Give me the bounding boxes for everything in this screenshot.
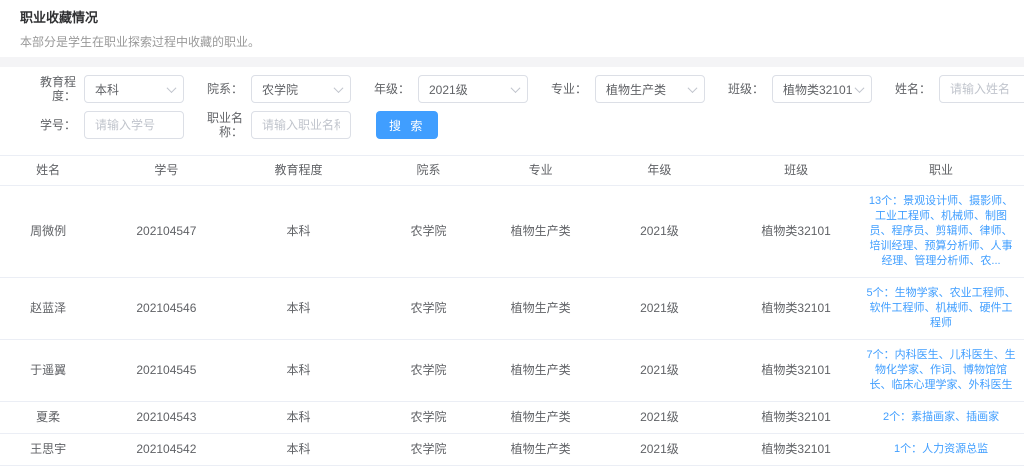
major-select-value: 植物生产类	[606, 81, 666, 98]
header-class: 班级	[734, 156, 858, 186]
cell-class: 植物类32101	[734, 340, 858, 402]
filter-form: 教育程度： 本科 院系： 农学院 年级： 2021级 专业： 植物生产类	[0, 67, 1024, 153]
cell-grade: 2021级	[585, 402, 735, 434]
major-label: 专业：	[541, 82, 587, 96]
header-grade: 年级	[585, 156, 735, 186]
chevron-down-icon	[511, 83, 521, 93]
class-select-value: 植物类32101	[783, 81, 852, 98]
cell-class: 植物类32101	[734, 402, 858, 434]
careers-link[interactable]: 5个：生物学家、农业工程师、软件工程师、机械师、硬件工程师	[858, 278, 1024, 340]
header-careers: 职业	[858, 156, 1024, 186]
job-name-input[interactable]	[251, 111, 351, 139]
cell-major: 植物生产类	[497, 402, 585, 434]
class-select[interactable]: 植物类32101	[772, 75, 872, 103]
header-education: 教育程度	[237, 156, 361, 186]
education-select-value: 本科	[95, 81, 119, 98]
cell-name: 夏柔	[0, 402, 96, 434]
cell-student-id: 202104542	[96, 434, 236, 466]
table-row: 周微例 202104547 本科 农学院 植物生产类 2021级 植物类3210…	[0, 186, 1024, 278]
department-filter: 院系： 农学院	[197, 75, 351, 103]
cell-grade: 2021级	[585, 434, 735, 466]
filter-row-1: 教育程度： 本科 院系： 农学院 年级： 2021级 专业： 植物生产类	[30, 75, 1024, 103]
student-id-filter: 学号：	[30, 111, 184, 139]
cell-class: 植物类32101	[734, 278, 858, 340]
cell-name: 赵蓝泽	[0, 278, 96, 340]
cell-education: 本科	[237, 278, 361, 340]
cell-education: 本科	[237, 340, 361, 402]
cell-education: 本科	[237, 402, 361, 434]
career-collection-table: 姓名 学号 教育程度 院系 专业 年级 班级 职业 周微例 202104547 …	[0, 155, 1024, 466]
cell-student-id: 202104546	[96, 278, 236, 340]
table-row: 夏柔 202104543 本科 农学院 植物生产类 2021级 植物类32101…	[0, 402, 1024, 434]
student-id-label: 学号：	[30, 118, 76, 132]
chevron-down-icon	[688, 83, 698, 93]
grade-label: 年级：	[364, 82, 410, 96]
cell-department: 农学院	[360, 340, 496, 402]
cell-student-id: 202104547	[96, 186, 236, 278]
header-department: 院系	[360, 156, 496, 186]
cell-education: 本科	[237, 186, 361, 278]
cell-name: 周微例	[0, 186, 96, 278]
grade-filter: 年级： 2021级	[364, 75, 528, 103]
cell-student-id: 202104543	[96, 402, 236, 434]
cell-name: 于遥翼	[0, 340, 96, 402]
class-filter: 班级： 植物类32101	[718, 75, 872, 103]
cell-student-id: 202104545	[96, 340, 236, 402]
student-id-input[interactable]	[84, 111, 184, 139]
cell-department: 农学院	[360, 402, 496, 434]
cell-major: 植物生产类	[497, 186, 585, 278]
page-header: 职业收藏情况 本部分是学生在职业探索过程中收藏的职业。	[0, 0, 1024, 50]
header-student-id: 学号	[96, 156, 236, 186]
cell-grade: 2021级	[585, 340, 735, 402]
table-row: 赵蓝泽 202104546 本科 农学院 植物生产类 2021级 植物类3210…	[0, 278, 1024, 340]
careers-link[interactable]: 7个：内科医生、儿科医生、生物化学家、作词、博物馆馆长、临床心理学家、外科医生	[858, 340, 1024, 402]
department-select-value: 农学院	[262, 81, 298, 98]
cell-class: 植物类32101	[734, 434, 858, 466]
careers-link[interactable]: 1个：人力资源总监	[858, 434, 1024, 466]
header-major: 专业	[497, 156, 585, 186]
education-select[interactable]: 本科	[84, 75, 184, 103]
cell-name: 王思宇	[0, 434, 96, 466]
search-button[interactable]: 搜 索	[376, 111, 438, 139]
page-subtitle: 本部分是学生在职业探索过程中收藏的职业。	[20, 34, 1024, 50]
cell-class: 植物类32101	[734, 186, 858, 278]
cell-department: 农学院	[360, 278, 496, 340]
education-label: 教育程度：	[30, 75, 76, 103]
class-label: 班级：	[718, 82, 764, 96]
cell-major: 植物生产类	[497, 434, 585, 466]
major-select[interactable]: 植物生产类	[595, 75, 705, 103]
careers-link[interactable]: 2个：素描画家、插画家	[858, 402, 1024, 434]
name-input[interactable]	[939, 75, 1024, 103]
table-header-row: 姓名 学号 教育程度 院系 专业 年级 班级 职业	[0, 156, 1024, 186]
table-row: 王思宇 202104542 本科 农学院 植物生产类 2021级 植物类3210…	[0, 434, 1024, 466]
major-filter: 专业： 植物生产类	[541, 75, 705, 103]
cell-education: 本科	[237, 434, 361, 466]
careers-link[interactable]: 13个：景观设计师、摄影师、工业工程师、机械师、制图员、程序员、剪辑师、律师、培…	[858, 186, 1024, 278]
table-row: 于遥翼 202104545 本科 农学院 植物生产类 2021级 植物类3210…	[0, 340, 1024, 402]
job-name-label: 职业名称：	[197, 111, 243, 139]
name-filter: 姓名：	[885, 75, 1024, 103]
department-select[interactable]: 农学院	[251, 75, 351, 103]
cell-department: 农学院	[360, 186, 496, 278]
education-filter: 教育程度： 本科	[30, 75, 184, 103]
section-divider	[0, 57, 1024, 67]
filter-row-2: 学号： 职业名称： 搜 索	[30, 111, 1024, 139]
cell-major: 植物生产类	[497, 340, 585, 402]
job-name-filter: 职业名称：	[197, 111, 351, 139]
cell-grade: 2021级	[585, 186, 735, 278]
grade-select-value: 2021级	[429, 81, 468, 98]
header-name: 姓名	[0, 156, 96, 186]
chevron-down-icon	[855, 83, 865, 93]
cell-grade: 2021级	[585, 278, 735, 340]
cell-department: 农学院	[360, 434, 496, 466]
chevron-down-icon	[334, 83, 344, 93]
page-title: 职业收藏情况	[20, 8, 1024, 28]
name-label: 姓名：	[885, 82, 931, 96]
grade-select[interactable]: 2021级	[418, 75, 528, 103]
chevron-down-icon	[167, 83, 177, 93]
cell-major: 植物生产类	[497, 278, 585, 340]
department-label: 院系：	[197, 82, 243, 96]
